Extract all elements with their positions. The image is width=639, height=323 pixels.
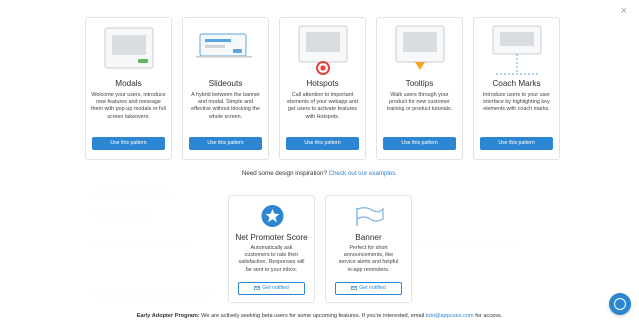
slideout-illustration bbox=[183, 18, 268, 77]
pattern-title: Slideouts bbox=[208, 79, 243, 88]
chat-support-button[interactable] bbox=[609, 293, 631, 315]
footer-text: We are actively seeking beta users for s… bbox=[199, 313, 426, 319]
upcoming-card-nps: Net Promoter Score Automatically ask cus… bbox=[228, 195, 315, 303]
use-tooltips-button[interactable]: Use this pattern bbox=[383, 137, 456, 150]
early-adopter-label: Early Adopter Program: bbox=[136, 313, 200, 319]
pattern-title: Coach Marks bbox=[492, 79, 541, 88]
star-badge-icon bbox=[229, 196, 314, 232]
pattern-card-slideouts: Slideouts A hybrid between the banner an… bbox=[182, 17, 269, 160]
upcoming-description: Perfect for short announcements, like se… bbox=[338, 245, 399, 273]
tooltip-illustration bbox=[377, 18, 462, 77]
upcoming-title: Banner bbox=[355, 233, 382, 242]
modal-illustration bbox=[86, 18, 171, 77]
pattern-card-modals: Modals Welcome your users, introduce new… bbox=[85, 17, 172, 160]
pattern-description: A hybrid between the banner and modal. S… bbox=[191, 92, 260, 120]
contact-email-link[interactable]: tobi@appcues.com bbox=[426, 313, 474, 319]
use-coach-marks-button[interactable]: Use this pattern bbox=[480, 137, 553, 150]
envelope-icon bbox=[254, 285, 261, 290]
early-adopter-footer: Early Adopter Program: We are actively s… bbox=[0, 313, 639, 319]
chat-icon bbox=[614, 298, 626, 310]
upcoming-title: Net Promoter Score bbox=[235, 233, 308, 242]
pattern-card-coach-marks: Coach Marks Introduce users to your user… bbox=[473, 17, 560, 160]
banner-flag-icon bbox=[326, 196, 411, 232]
examples-link[interactable]: Check out our examples. bbox=[329, 170, 397, 177]
pattern-title: Hotspots bbox=[306, 79, 339, 88]
use-slideouts-button[interactable]: Use this pattern bbox=[189, 137, 262, 150]
pattern-title: Tooltips bbox=[405, 79, 434, 88]
upcoming-card-banner: Banner Perfect for short announcements, … bbox=[325, 195, 412, 303]
pattern-card-hotspots: Hotspots Call attention to important ele… bbox=[279, 17, 366, 160]
get-notified-label: Get notified bbox=[262, 285, 289, 291]
upcoming-cards: Net Promoter Score Automatically ask cus… bbox=[228, 195, 412, 303]
hotspot-illustration bbox=[280, 18, 365, 77]
close-icon[interactable]: × bbox=[621, 6, 627, 17]
get-notified-banner-button[interactable]: Get notified bbox=[335, 282, 402, 295]
pattern-title: Modals bbox=[115, 79, 142, 88]
pattern-cards: Modals Welcome your users, introduce new… bbox=[85, 17, 560, 160]
pattern-description: Introduce users to your user interface b… bbox=[482, 92, 551, 113]
use-modals-button[interactable]: Use this pattern bbox=[92, 137, 165, 150]
footer-suffix: for access. bbox=[473, 313, 503, 319]
get-notified-nps-button[interactable]: Get notified bbox=[238, 282, 305, 295]
upcoming-description: Automatically ask customers to rate thei… bbox=[238, 245, 305, 273]
inspiration-text: Need some design inspiration? bbox=[241, 170, 329, 177]
coach-marks-illustration bbox=[474, 18, 559, 77]
pattern-description: Welcome your users, introduce new featur… bbox=[91, 92, 166, 120]
get-notified-label: Get notified bbox=[359, 285, 386, 291]
inspiration-line: Need some design inspiration? Check out … bbox=[0, 170, 639, 177]
use-hotspots-button[interactable]: Use this pattern bbox=[286, 137, 359, 150]
pattern-description: Call attention to important elements of … bbox=[287, 92, 358, 120]
pattern-description: Walk users through your product for new … bbox=[386, 92, 453, 113]
envelope-icon bbox=[351, 285, 358, 290]
pattern-card-tooltips: Tooltips Walk users through your product… bbox=[376, 17, 463, 160]
